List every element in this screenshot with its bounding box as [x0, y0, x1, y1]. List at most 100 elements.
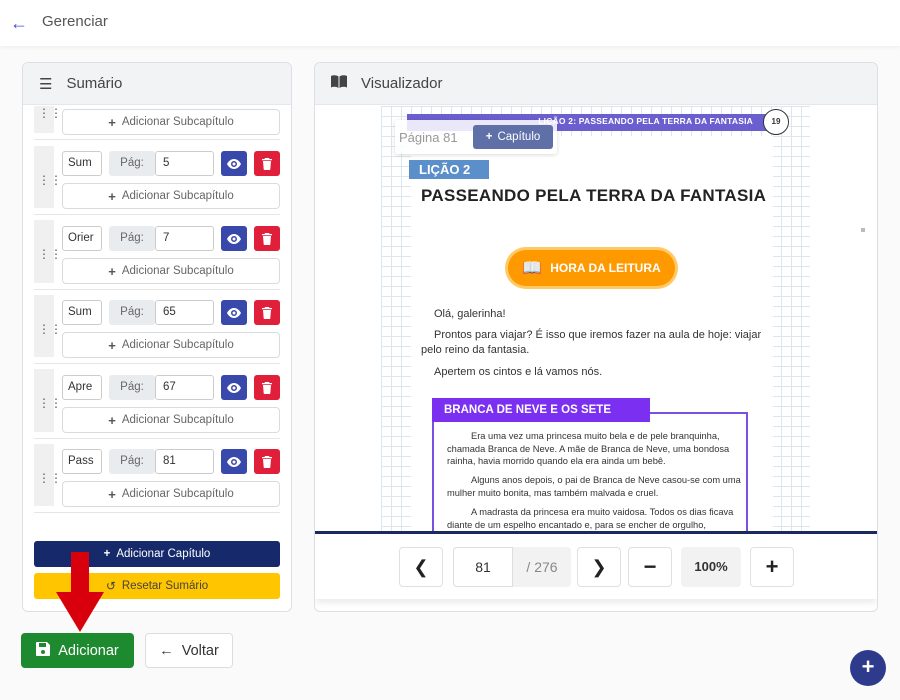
- add-subchapter-label: Adicionar Subcapítulo: [121, 265, 234, 277]
- drag-handle-icon[interactable]: ⋮⋮: [38, 396, 62, 410]
- list-icon: ☰: [39, 75, 53, 93]
- add-subchapter-button[interactable]: + Adicionar Subcapítulo: [62, 109, 280, 135]
- delete-button[interactable]: [254, 151, 280, 176]
- back-button[interactable]: ← Voltar: [145, 633, 233, 668]
- story-paragraph: Alguns anos depois, o pai de Branca de N…: [447, 475, 741, 498]
- lesson-header-text: LIÇÃO 2: PASSEANDO PELA TERRA DA FANTASI…: [538, 116, 753, 126]
- next-page-button[interactable]: ❯: [577, 547, 621, 587]
- plus-icon: +: [108, 486, 116, 502]
- delete-button[interactable]: [254, 300, 280, 325]
- viewer-panel: Visualizador LIÇÃO 2: PASSEANDO PELA TER…: [314, 62, 878, 612]
- zoom-level: 100%: [681, 547, 741, 587]
- preview-button[interactable]: [221, 449, 247, 474]
- drag-handle[interactable]: ⋮⋮: [34, 295, 62, 357]
- page-label: Pág:: [109, 151, 155, 176]
- chapter-name-input[interactable]: Orier: [62, 226, 102, 251]
- add-subchapter-label: Adicionar Subcapítulo: [121, 339, 234, 351]
- zoom-out-button[interactable]: −: [628, 547, 672, 587]
- previous-page-button[interactable]: ❮: [399, 547, 443, 587]
- drag-handle-icon[interactable]: ⋮⋮: [38, 173, 62, 187]
- plus-icon: +: [108, 188, 116, 204]
- viewer-panel-header: Visualizador: [315, 63, 877, 105]
- reset-toc-label: Resetar Sumário: [121, 580, 209, 592]
- back-label: Voltar: [181, 642, 219, 659]
- drag-handle-icon[interactable]: ⋮⋮: [38, 247, 62, 261]
- delete-button[interactable]: [254, 449, 280, 474]
- add-subchapter-button[interactable]: + Adicionar Subcapítulo: [62, 481, 280, 507]
- paragraph: Prontos para viajar? É isso que iremos f…: [421, 329, 762, 356]
- plus-icon: +: [765, 554, 779, 579]
- add-subchapter-button[interactable]: + Adicionar Subcapítulo: [62, 332, 280, 358]
- divider: [34, 438, 280, 439]
- eye-icon: [227, 233, 241, 244]
- reading-time-label: HORA DA LEITURA: [550, 261, 661, 275]
- drag-handle[interactable]: ⋮⋮: [34, 220, 62, 283]
- plus-icon: +: [108, 263, 116, 279]
- plus-icon: +: [103, 548, 111, 560]
- toc-list[interactable]: ⋮⋮ + Adicionar Subcapítulo ⋮⋮ Sum Pág: 5…: [23, 106, 291, 526]
- page-number-badge: 19: [763, 109, 789, 135]
- scroll-indicator: [861, 228, 865, 232]
- arrow-left-icon: ←: [159, 642, 174, 659]
- save-button[interactable]: Adicionar: [21, 633, 134, 668]
- page-label: Pág:: [109, 300, 155, 325]
- drag-handle[interactable]: ⋮⋮: [34, 146, 62, 208]
- divider: [34, 214, 280, 215]
- chevron-left-icon: ❮: [413, 556, 429, 577]
- page-title: Gerenciar: [42, 13, 108, 30]
- add-chapter-label: Adicionar Capítulo: [116, 548, 211, 560]
- plus-icon: +: [108, 337, 116, 353]
- trash-icon: [262, 157, 272, 170]
- preview-button[interactable]: [221, 226, 247, 251]
- back-arrow-icon[interactable]: ←: [10, 13, 28, 34]
- chapter-name-input[interactable]: Sum: [62, 151, 102, 176]
- drag-handle[interactable]: ⋮⋮: [34, 106, 62, 133]
- drag-handle-icon[interactable]: ⋮⋮: [38, 322, 62, 336]
- drag-handle[interactable]: ⋮⋮: [34, 444, 62, 506]
- plus-icon: +: [485, 131, 493, 143]
- add-subchapter-label: Adicionar Subcapítulo: [121, 190, 234, 202]
- delete-button[interactable]: [254, 375, 280, 400]
- page-label: Pág:: [109, 375, 155, 400]
- chapter-name-input[interactable]: Sum: [62, 300, 102, 325]
- eye-icon: [227, 307, 241, 318]
- floating-add-button[interactable]: +: [850, 650, 886, 686]
- add-chapter-here-button[interactable]: + Capítulo: [473, 125, 553, 149]
- undo-icon: ↺: [105, 579, 116, 593]
- viewer-toolbar: ❮ 81 / 276 ❯ − 100% +: [315, 531, 877, 599]
- annotation-arrow-icon: [56, 552, 104, 632]
- minus-icon: −: [643, 554, 657, 579]
- drag-handle-icon[interactable]: ⋮⋮: [38, 471, 62, 485]
- eye-icon: [227, 456, 241, 467]
- story-paragraph: Era uma vez uma princesa muito bela e de…: [447, 431, 730, 466]
- plus-icon: +: [108, 114, 116, 130]
- divider: [34, 363, 280, 364]
- delete-button[interactable]: [254, 226, 280, 251]
- document-viewer[interactable]: LIÇÃO 2: PASSEANDO PELA TERRA DA FANTASI…: [315, 106, 877, 531]
- add-subchapter-button[interactable]: + Adicionar Subcapítulo: [62, 183, 280, 209]
- add-subchapter-label: Adicionar Subcapítulo: [121, 488, 234, 500]
- chapter-name-input[interactable]: Pass: [62, 449, 102, 474]
- page-number-input[interactable]: 81: [155, 449, 214, 474]
- add-subchapter-button[interactable]: + Adicionar Subcapítulo: [62, 258, 280, 284]
- page-label: Pág:: [109, 226, 155, 251]
- drag-handle[interactable]: ⋮⋮: [34, 369, 62, 432]
- page-overlay: Página 81 + Capítulo: [395, 120, 557, 154]
- page-number-input[interactable]: 7: [155, 226, 214, 251]
- viewer-title: Visualizador: [361, 75, 443, 92]
- page-total: / 276: [513, 547, 571, 587]
- page-number-input[interactable]: 65: [155, 300, 214, 325]
- zoom-in-button[interactable]: +: [750, 547, 794, 587]
- page-number-input[interactable]: 81: [453, 547, 513, 587]
- trash-icon: [262, 232, 272, 245]
- page-number-input[interactable]: 5: [155, 151, 214, 176]
- page-number-input[interactable]: 67: [155, 375, 214, 400]
- add-subchapter-label: Adicionar Subcapítulo: [121, 414, 234, 426]
- chapter-name-input[interactable]: Apre: [62, 375, 102, 400]
- add-subchapter-button[interactable]: + Adicionar Subcapítulo: [62, 407, 280, 433]
- preview-button[interactable]: [221, 300, 247, 325]
- preview-button[interactable]: [221, 375, 247, 400]
- drag-handle-icon[interactable]: ⋮⋮: [38, 106, 62, 120]
- preview-button[interactable]: [221, 151, 247, 176]
- plus-icon: +: [861, 654, 875, 679]
